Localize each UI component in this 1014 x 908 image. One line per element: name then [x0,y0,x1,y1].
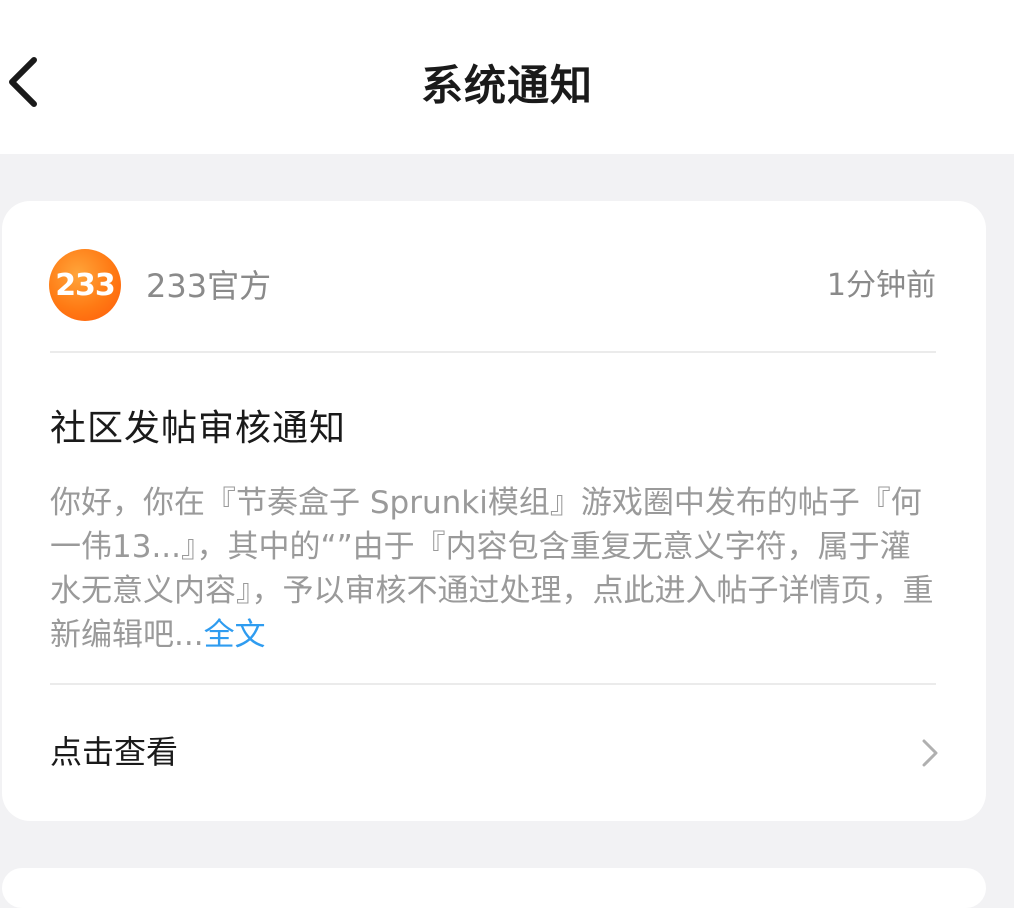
avatar-logo-text: 233 [55,267,116,303]
view-details-label: 点击查看 [50,733,179,771]
sender-name: 233官方 [146,267,272,305]
avatar: 233 [49,249,121,321]
timestamp: 1分钟前 [826,268,936,303]
page-title: 系统通知 [420,61,593,110]
notification-card[interactable]: 233 233官方 1分钟前 社区发帖审核通知 你好，你在『节奏盒子 Sprun… [2,201,986,821]
notification-title: 社区发帖审核通知 [50,408,347,449]
full-text-link[interactable]: 全文 [204,617,266,653]
notification-body-text: 你好，你在『节奏盒子 Sprunki模组』游戏圈中发布的帖子『何一伟13...』… [50,485,934,653]
next-notification-card[interactable] [2,868,986,908]
divider [50,351,936,353]
chevron-right-icon [922,739,938,767]
view-details-row[interactable]: 点击查看 [2,685,986,821]
top-nav-bar: 系统通知 [0,0,1014,154]
notification-body: 你好，你在『节奏盒子 Sprunki模组』游戏圈中发布的帖子『何一伟13...』… [50,481,940,657]
